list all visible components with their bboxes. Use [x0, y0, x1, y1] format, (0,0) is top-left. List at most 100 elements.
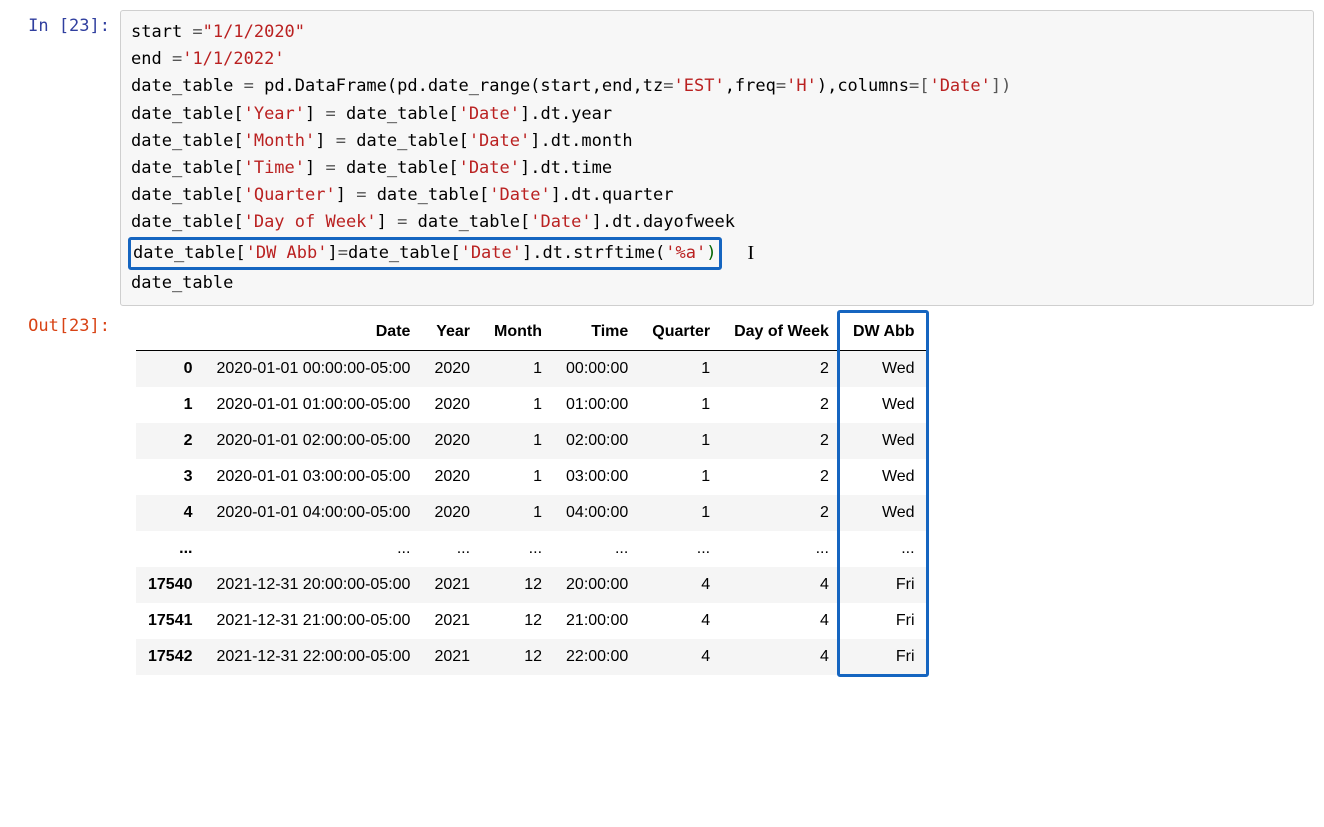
cell-time: 01:00:00 — [554, 387, 640, 423]
table-row: ........................ — [136, 531, 927, 567]
table-row: 32020-01-01 03:00:00-05:002020103:00:001… — [136, 459, 927, 495]
table-row: 175422021-12-31 22:00:00-05:0020211222:0… — [136, 639, 927, 675]
cell-dayofweek: 2 — [722, 495, 841, 531]
text-cursor-icon: I — [722, 237, 755, 269]
cell-date: 2020-01-01 00:00:00-05:00 — [205, 350, 423, 387]
cell-quarter: 1 — [640, 350, 722, 387]
cell-dwabb: ... — [841, 531, 927, 567]
row-index: ... — [136, 531, 205, 567]
table-row: 12020-01-01 01:00:00-05:002020101:00:001… — [136, 387, 927, 423]
cell-dwabb: Wed — [841, 459, 927, 495]
cell-dwabb: Wed — [841, 423, 927, 459]
cell-dwabb: Wed — [841, 387, 927, 423]
cell-quarter: 4 — [640, 603, 722, 639]
input-cell: In [23]: start ="1/1/2020"end ='1/1/2022… — [10, 10, 1314, 306]
cell-year: 2020 — [422, 495, 482, 531]
cell-dwabb: Fri — [841, 603, 927, 639]
cell-dayofweek: 2 — [722, 423, 841, 459]
row-index: 17542 — [136, 639, 205, 675]
cell-date: 2021-12-31 22:00:00-05:00 — [205, 639, 423, 675]
cell-year: 2021 — [422, 567, 482, 603]
input-prompt: In [23]: — [10, 10, 120, 36]
table-row: 175402021-12-31 20:00:00-05:0020211220:0… — [136, 567, 927, 603]
cell-month: 1 — [482, 459, 554, 495]
row-index: 17540 — [136, 567, 205, 603]
dataframe-table: Date Year Month Time Quarter Day of Week… — [136, 314, 927, 675]
cell-time: 21:00:00 — [554, 603, 640, 639]
cell-time: 03:00:00 — [554, 459, 640, 495]
cell-dayofweek: 2 — [722, 387, 841, 423]
cell-month: 1 — [482, 350, 554, 387]
cell-time: 20:00:00 — [554, 567, 640, 603]
table-row: 175412021-12-31 21:00:00-05:0020211221:0… — [136, 603, 927, 639]
cell-month: 12 — [482, 603, 554, 639]
table-row: 42020-01-01 04:00:00-05:002020104:00:001… — [136, 495, 927, 531]
cell-dwabb: Fri — [841, 567, 927, 603]
cell-quarter: 1 — [640, 387, 722, 423]
cell-time: 02:00:00 — [554, 423, 640, 459]
cell-date: 2021-12-31 21:00:00-05:00 — [205, 603, 423, 639]
table-row: 02020-01-01 00:00:00-05:002020100:00:001… — [136, 350, 927, 387]
cell-month: 1 — [482, 387, 554, 423]
cell-dayofweek: 4 — [722, 639, 841, 675]
cell-quarter: 4 — [640, 639, 722, 675]
cell-date: 2020-01-01 03:00:00-05:00 — [205, 459, 423, 495]
row-index: 1 — [136, 387, 205, 423]
cell-year: 2021 — [422, 603, 482, 639]
output-area: Date Year Month Time Quarter Day of Week… — [120, 310, 1314, 680]
cell-year: 2020 — [422, 423, 482, 459]
cell-date: ... — [205, 531, 423, 567]
cell-dwabb: Fri — [841, 639, 927, 675]
row-index: 3 — [136, 459, 205, 495]
cell-month: ... — [482, 531, 554, 567]
row-index: 4 — [136, 495, 205, 531]
cell-dwabb: Wed — [841, 495, 927, 531]
cell-date: 2020-01-01 01:00:00-05:00 — [205, 387, 423, 423]
cell-year: 2020 — [422, 350, 482, 387]
cell-time: ... — [554, 531, 640, 567]
cell-time: 22:00:00 — [554, 639, 640, 675]
cell-year: 2020 — [422, 459, 482, 495]
cell-time: 04:00:00 — [554, 495, 640, 531]
row-index: 2 — [136, 423, 205, 459]
col-time: Time — [554, 314, 640, 351]
cell-dayofweek: 4 — [722, 603, 841, 639]
cell-quarter: ... — [640, 531, 722, 567]
col-date: Date — [205, 314, 423, 351]
cell-quarter: 1 — [640, 423, 722, 459]
cell-year: 2021 — [422, 639, 482, 675]
output-cell: Out[23]: Date Year Month Time Quarter Da… — [10, 310, 1314, 680]
cell-year: 2020 — [422, 387, 482, 423]
cell-month: 12 — [482, 567, 554, 603]
output-prompt: Out[23]: — [10, 310, 120, 336]
cell-dayofweek: 4 — [722, 567, 841, 603]
cell-time: 00:00:00 — [554, 350, 640, 387]
col-quarter: Quarter — [640, 314, 722, 351]
highlighted-code-line: date_table['DW Abb']=date_table['Date'].… — [128, 237, 722, 270]
cell-date: 2020-01-01 04:00:00-05:00 — [205, 495, 423, 531]
cell-month: 1 — [482, 495, 554, 531]
col-dwabb: DW Abb — [841, 314, 927, 351]
cell-month: 12 — [482, 639, 554, 675]
cell-dayofweek: 2 — [722, 459, 841, 495]
cell-date: 2021-12-31 20:00:00-05:00 — [205, 567, 423, 603]
col-month: Month — [482, 314, 554, 351]
cell-quarter: 1 — [640, 495, 722, 531]
cell-year: ... — [422, 531, 482, 567]
code-input-area[interactable]: start ="1/1/2020"end ='1/1/2022'date_tab… — [120, 10, 1314, 306]
col-year: Year — [422, 314, 482, 351]
table-row: 22020-01-01 02:00:00-05:002020102:00:001… — [136, 423, 927, 459]
cell-dwabb: Wed — [841, 350, 927, 387]
cell-dayofweek: 2 — [722, 350, 841, 387]
header-row: Date Year Month Time Quarter Day of Week… — [136, 314, 927, 351]
cell-date: 2020-01-01 02:00:00-05:00 — [205, 423, 423, 459]
cell-month: 1 — [482, 423, 554, 459]
row-index: 17541 — [136, 603, 205, 639]
row-index: 0 — [136, 350, 205, 387]
dataframe-wrapper: Date Year Month Time Quarter Day of Week… — [136, 314, 927, 675]
cell-quarter: 4 — [640, 567, 722, 603]
col-dayofweek: Day of Week — [722, 314, 841, 351]
cell-quarter: 1 — [640, 459, 722, 495]
col-index — [136, 314, 205, 351]
cell-dayofweek: ... — [722, 531, 841, 567]
